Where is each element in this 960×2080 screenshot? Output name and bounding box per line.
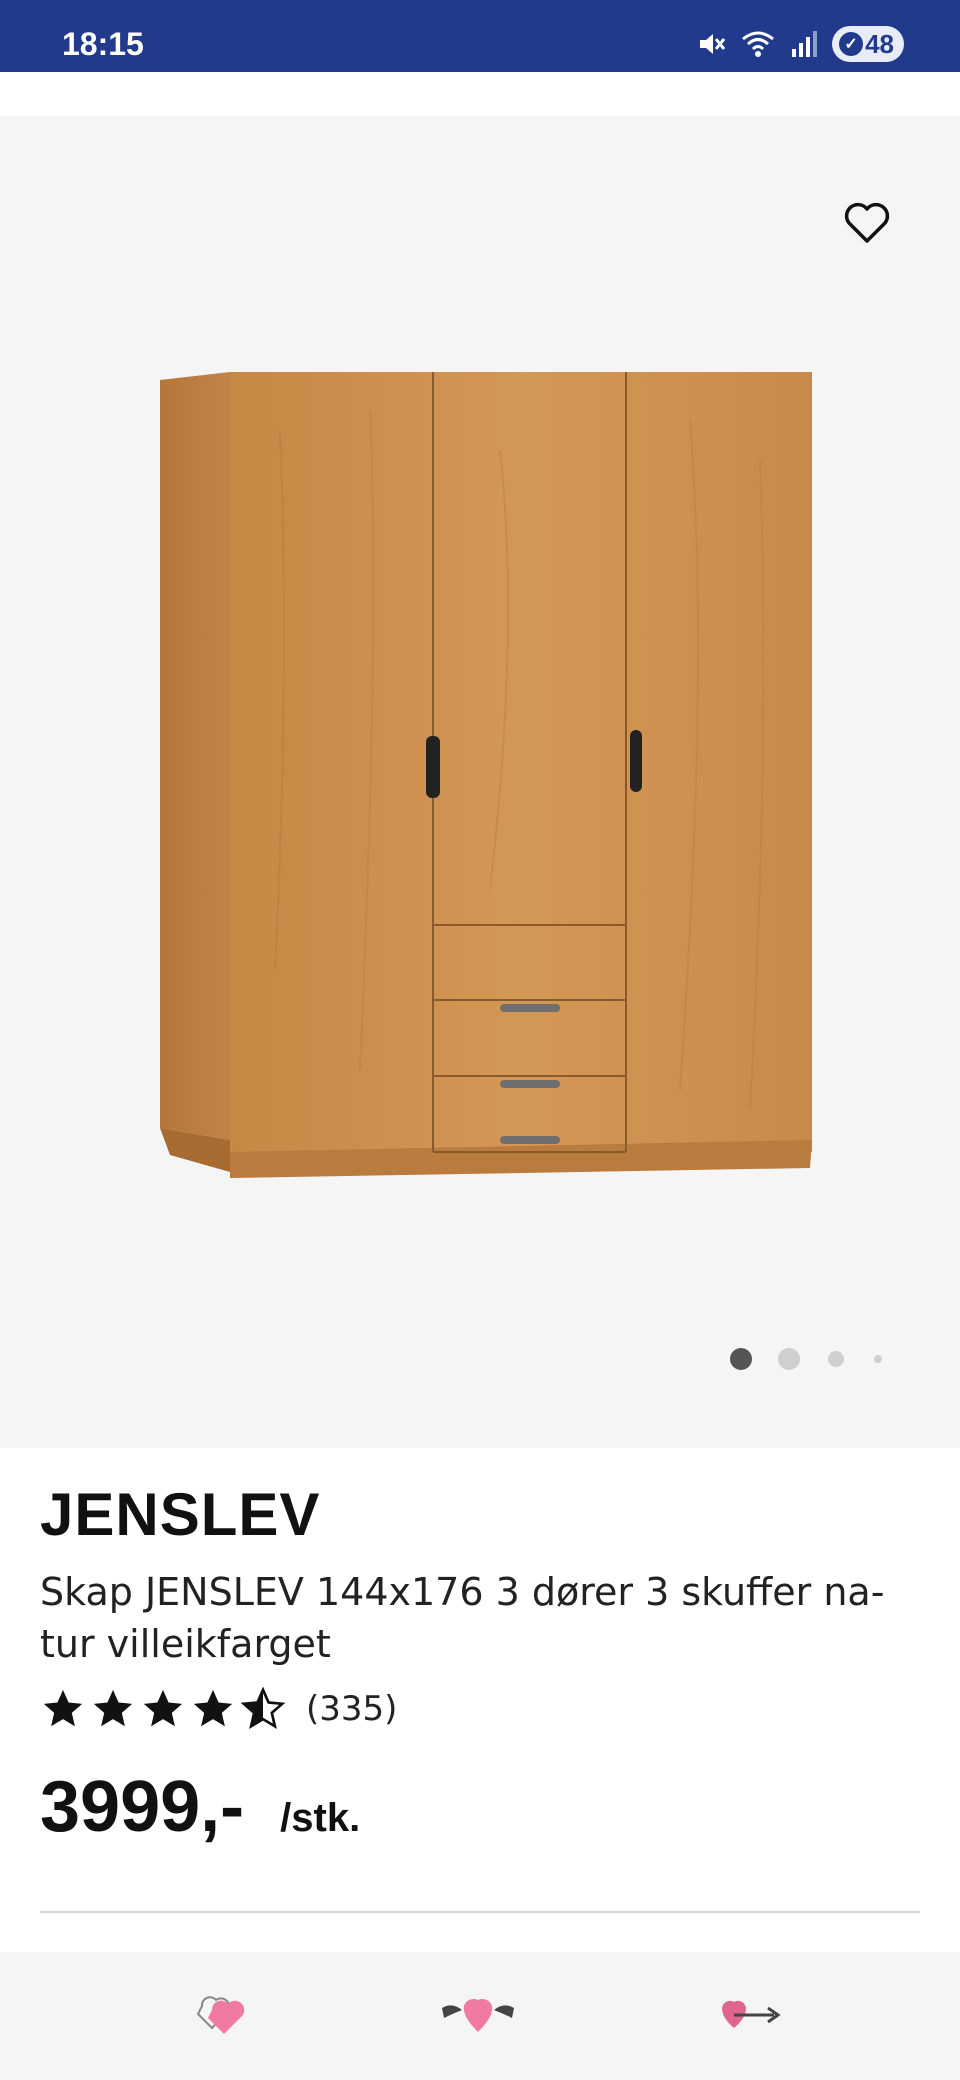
winged-heart-icon[interactable] (438, 1988, 518, 2044)
heart-arrow-icon[interactable] (712, 1988, 792, 2044)
scrolled-content-strip (0, 72, 960, 116)
divider (40, 1911, 920, 1913)
carousel-dot[interactable] (828, 1351, 844, 1367)
battery-saver-icon: ✓ (839, 32, 864, 56)
status-bar: 18:15 ✓ 48 (0, 0, 960, 72)
battery-level: 48 (865, 28, 894, 59)
star-full-icon (43, 1689, 83, 1727)
carousel-dots[interactable] (730, 1348, 882, 1370)
carousel-dot[interactable] (778, 1348, 800, 1370)
star-full-icon (93, 1689, 133, 1727)
battery-icon: ✓ 48 (832, 26, 904, 62)
mute-icon (696, 29, 726, 59)
product-image-carousel[interactable] (0, 116, 960, 1448)
rating-stars (40, 1686, 286, 1732)
signal-icon (790, 29, 818, 59)
star-full-icon (143, 1689, 183, 1727)
heart-sketch-icon[interactable] (172, 1988, 252, 2044)
price-row: 3999,- /stk. (40, 1766, 360, 1848)
product-image (160, 372, 812, 1178)
wifi-icon (740, 29, 776, 59)
bottom-bar (0, 1952, 960, 2080)
star-full-icon (193, 1689, 233, 1727)
carousel-dot[interactable] (730, 1348, 752, 1370)
star-half-icon (240, 1686, 286, 1730)
carousel-dot[interactable] (874, 1355, 882, 1363)
product-title: Skap JENSLEV 144x176 3 dører 3 skuffer n… (40, 1570, 885, 1666)
price-unit: /stk. (280, 1796, 361, 1840)
price: 3999,- (40, 1767, 245, 1847)
favorite-button[interactable] (838, 194, 896, 252)
review-count[interactable]: (335) (306, 1689, 397, 1729)
heart-outline-icon (844, 202, 890, 243)
status-time: 18:15 (62, 26, 144, 62)
status-icons: ✓ 48 (696, 26, 904, 62)
rating-row[interactable]: (335) (40, 1686, 397, 1732)
brand-name: JENSLEV (40, 1481, 321, 1548)
